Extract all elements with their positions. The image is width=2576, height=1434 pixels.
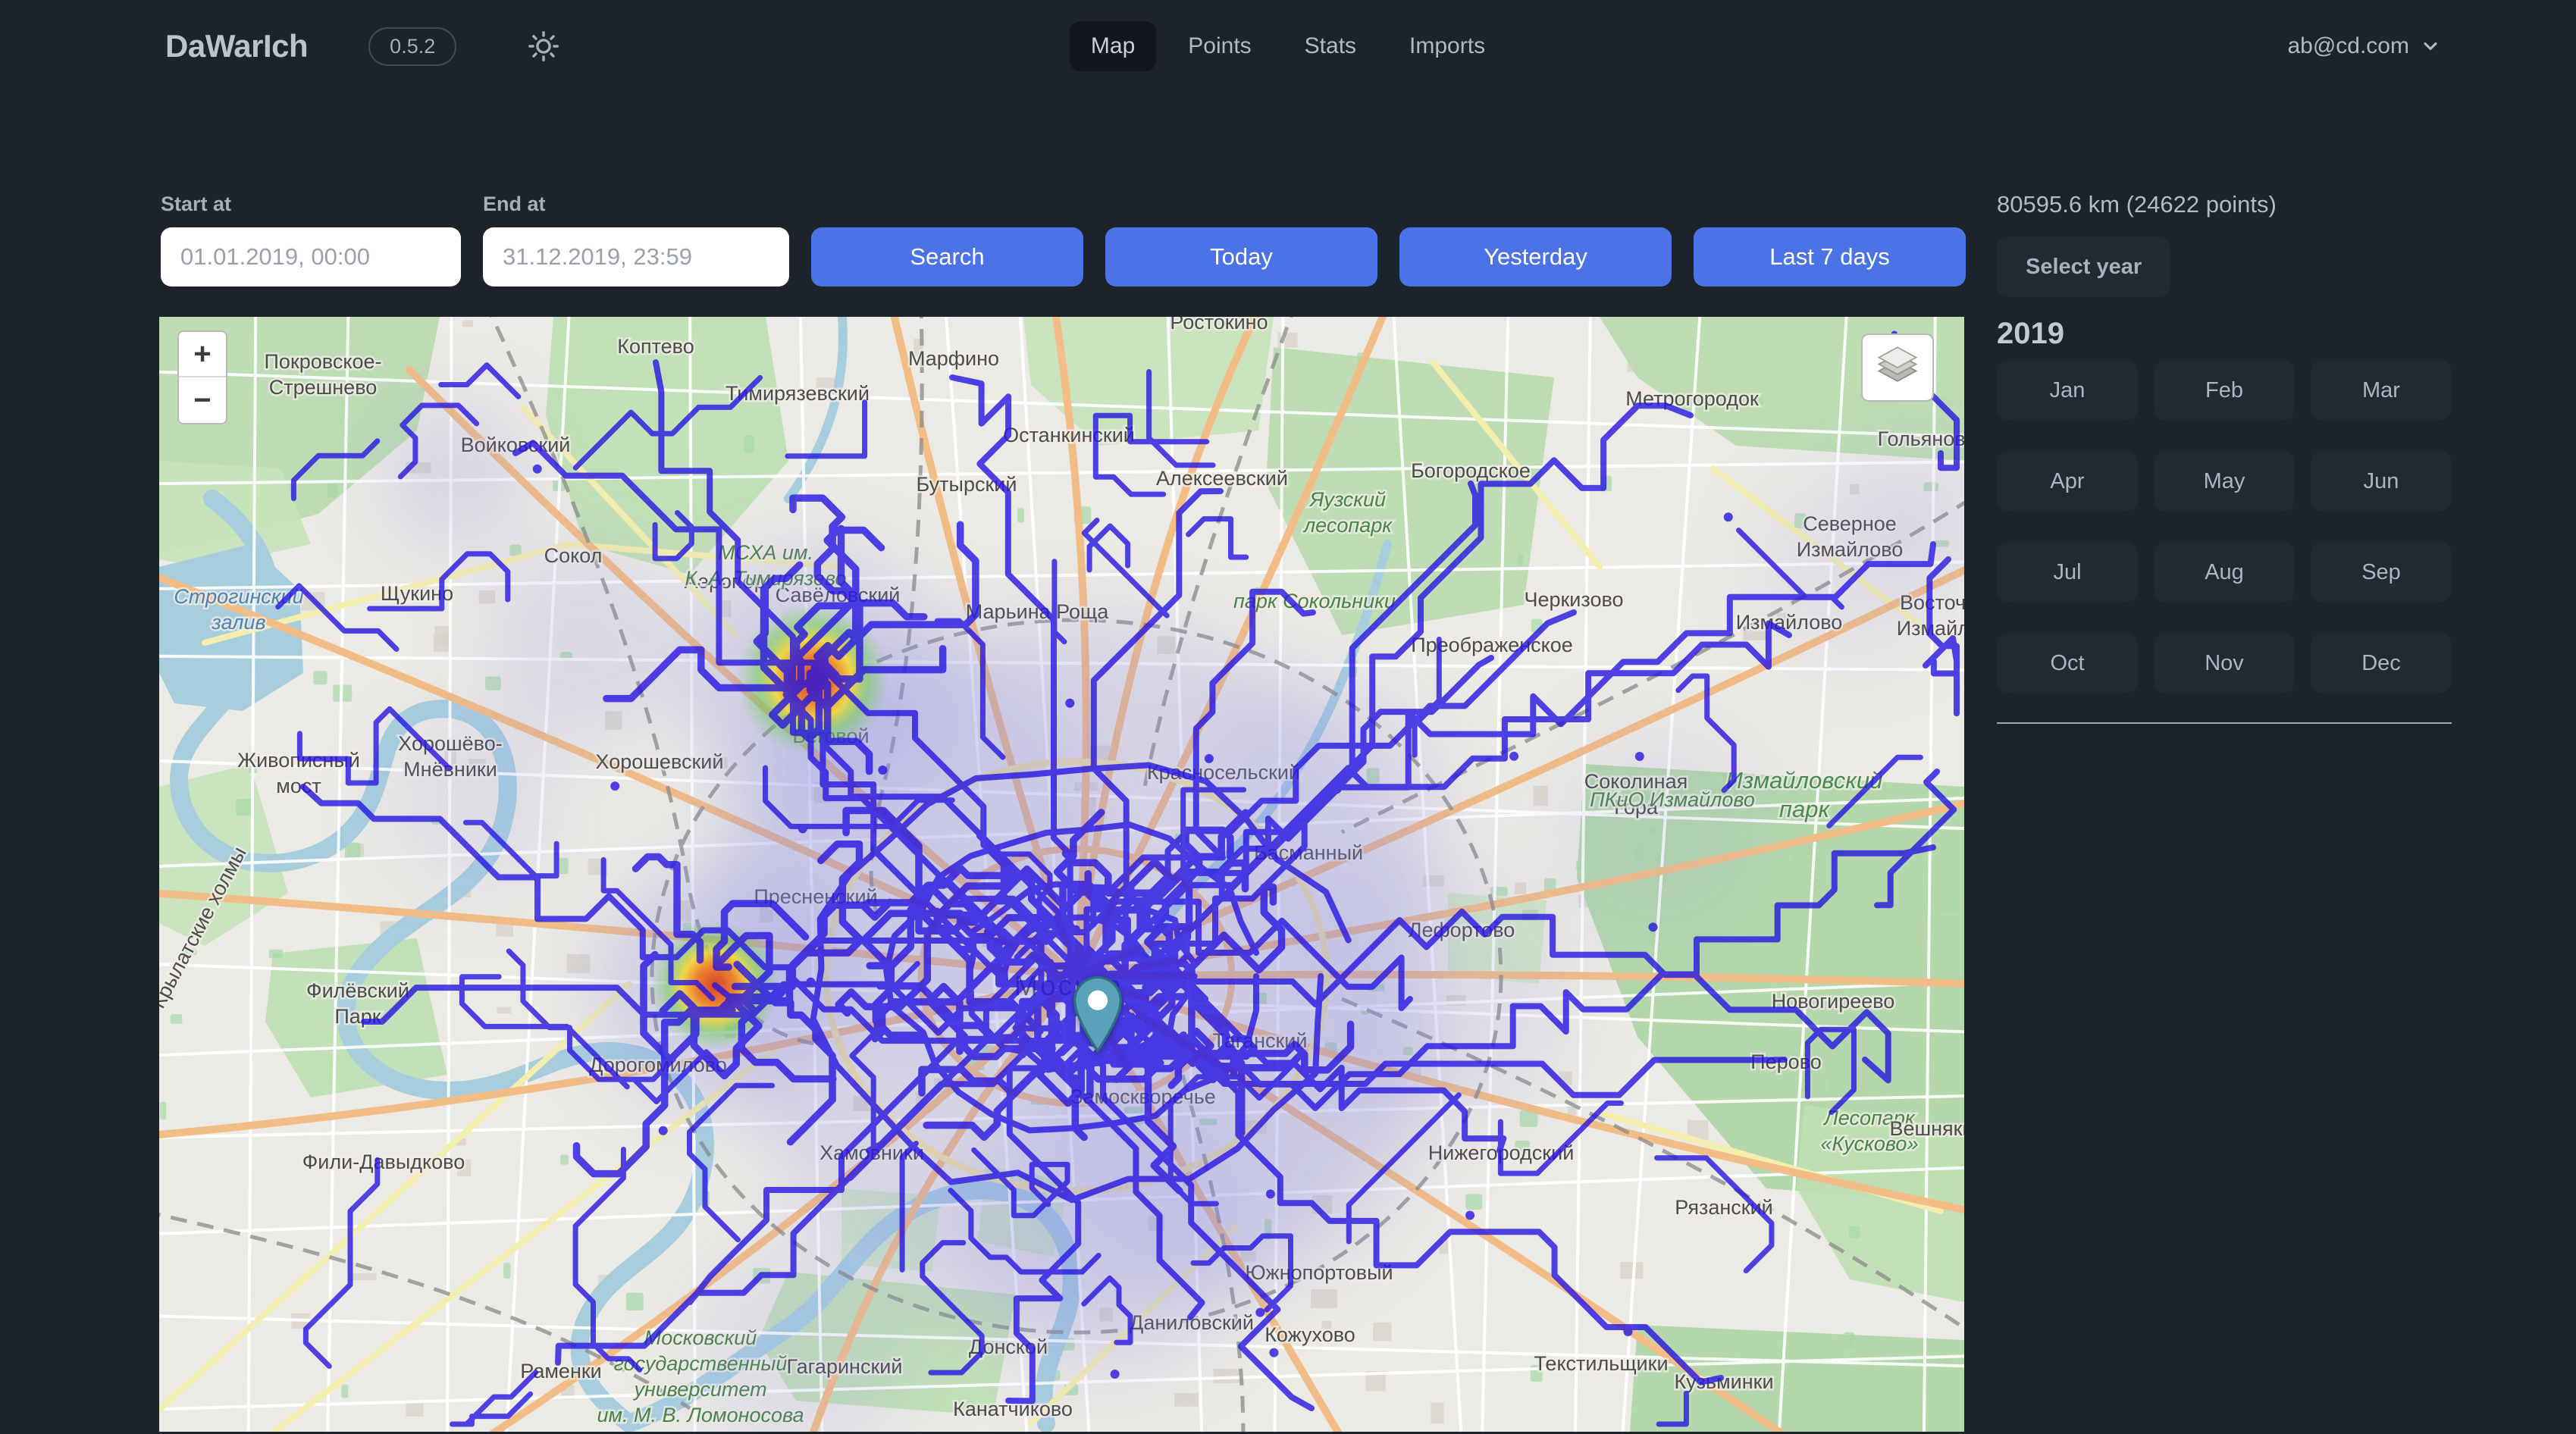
start-at-input[interactable] <box>161 227 461 286</box>
month-button-apr[interactable]: Apr <box>1997 451 2138 512</box>
tab-imports[interactable]: Imports <box>1388 21 1506 71</box>
start-at-field: Start at <box>161 193 461 286</box>
zoom-in-button[interactable]: + <box>179 332 226 377</box>
map[interactable]: КоптевоТимирязевскийМарфиноОстанкинскийР… <box>159 317 1964 1432</box>
distance-stats: 80595.6 km (24622 points) <box>1997 191 2452 218</box>
map-label: Текстильщики <box>1534 1352 1668 1375</box>
tab-map[interactable]: Map <box>1070 21 1156 71</box>
end-at-field: End at <box>483 193 789 286</box>
map-label: Черкизово <box>1524 588 1623 611</box>
location-marker[interactable] <box>1071 975 1124 1054</box>
month-button-mar[interactable]: Mar <box>2311 360 2452 421</box>
map-label: Покровское- <box>265 350 382 373</box>
button-search[interactable]: Search <box>811 227 1083 286</box>
button-yesterday[interactable]: Yesterday <box>1399 227 1672 286</box>
app-logo: DaWarIch <box>165 28 308 64</box>
month-button-jun[interactable]: Jun <box>2311 451 2452 512</box>
month-grid: Jan Feb Mar Apr May Jun Jul Aug Sep Oct Nov Dec <box>1997 360 2452 694</box>
app-root: DaWarIch 0.5.2 MapPointsStatsImports ab@… <box>0 0 2576 1432</box>
map-canvas: КоптевоТимирязевскийМарфиноОстанкинскийР… <box>159 317 1964 1432</box>
stats-panel: 80595.6 km (24622 points) Select year 20… <box>1997 191 2452 724</box>
map-label: Фили-Давыдково <box>302 1151 465 1173</box>
map-label: Ростокино <box>1170 317 1268 333</box>
zoom-out-button[interactable]: − <box>179 377 226 423</box>
map-label: залив <box>211 611 265 634</box>
sun-icon <box>526 29 561 64</box>
map-label: Кожухово <box>1264 1323 1355 1346</box>
month-button-oct[interactable]: Oct <box>1997 633 2138 694</box>
month-button-aug[interactable]: Aug <box>2154 542 2295 603</box>
map-label: Вешняки <box>1889 1117 1964 1140</box>
month-button-sep[interactable]: Sep <box>2311 542 2452 603</box>
main-nav: MapPointsStatsImports <box>1070 21 1506 71</box>
layers-control[interactable] <box>1861 333 1934 402</box>
tab-stats[interactable]: Stats <box>1283 21 1377 71</box>
theme-toggle-button[interactable] <box>522 28 566 64</box>
month-button-feb[interactable]: Feb <box>2154 360 2295 421</box>
map-label: Марфино <box>908 347 999 370</box>
map-label: Стрешнево <box>269 376 378 399</box>
map-label: Богородское <box>1411 459 1531 482</box>
map-label: Алексеевский <box>1156 467 1288 490</box>
year-heading: 2019 <box>1997 317 2452 351</box>
map-zoom-control: + − <box>177 330 227 424</box>
tab-points[interactable]: Points <box>1167 21 1272 71</box>
map-label: Хорошевский <box>596 750 724 773</box>
end-at-input[interactable] <box>483 227 789 286</box>
map-label: Коптево <box>617 335 694 358</box>
user-email: ab@cd.com <box>2287 33 2409 59</box>
button-today[interactable]: Today <box>1105 227 1377 286</box>
month-button-may[interactable]: May <box>2154 451 2295 512</box>
panel-divider <box>1997 722 2452 724</box>
select-year-button[interactable]: Select year <box>1997 236 2170 297</box>
user-menu[interactable]: ab@cd.com <box>2287 33 2441 59</box>
month-button-jan[interactable]: Jan <box>1997 360 2138 421</box>
month-button-nov[interactable]: Nov <box>2154 633 2295 694</box>
month-button-jul[interactable]: Jul <box>1997 542 2138 603</box>
header: DaWarIch 0.5.2 MapPointsStatsImports ab@… <box>0 0 2576 92</box>
map-label: парк <box>1779 796 1831 822</box>
map-label: Яузский <box>1308 488 1386 511</box>
month-button-dec[interactable]: Dec <box>2311 633 2452 694</box>
layers-icon <box>1876 346 1919 390</box>
map-label: Филёвский <box>306 979 409 1002</box>
button-last-7-days[interactable]: Last 7 days <box>1694 227 1966 286</box>
map-label: Преображенское <box>1411 634 1573 656</box>
map-label: Строгинский <box>174 585 303 608</box>
chevron-down-icon <box>2420 36 2441 57</box>
start-at-label: Start at <box>161 193 461 216</box>
version-badge: 0.5.2 <box>368 27 456 66</box>
end-at-label: End at <box>483 193 789 216</box>
map-label: Останкинский <box>1003 424 1135 446</box>
map-label: лесопарк <box>1302 514 1393 537</box>
